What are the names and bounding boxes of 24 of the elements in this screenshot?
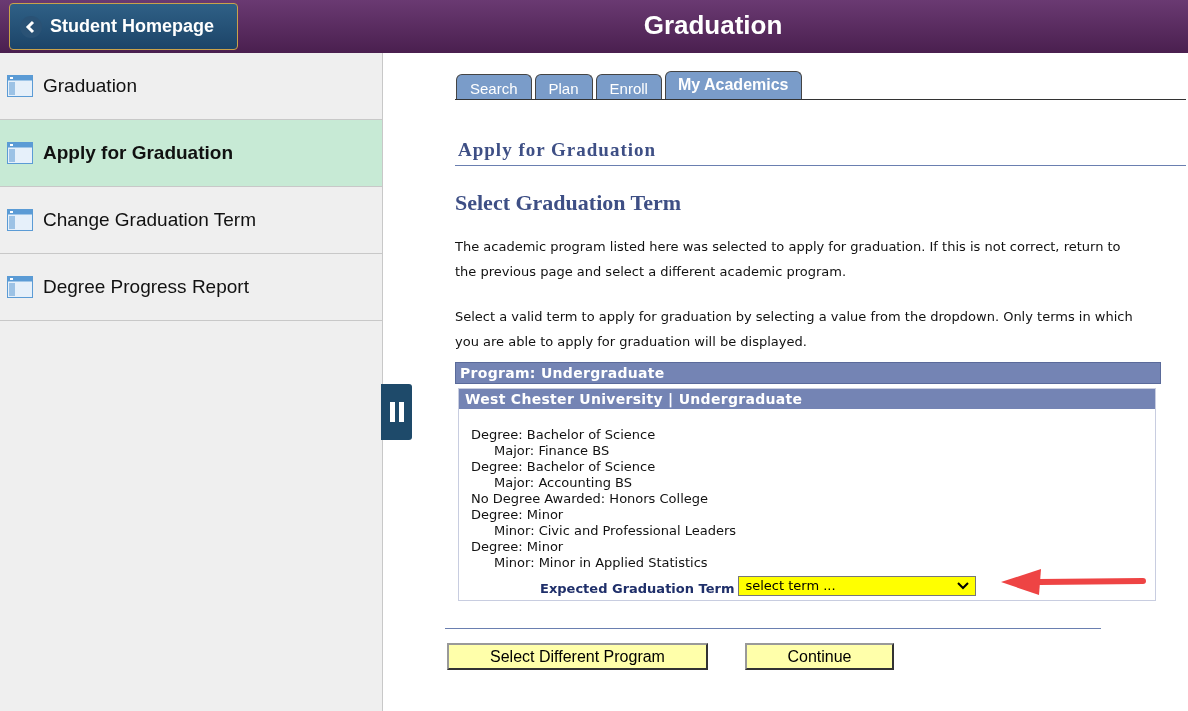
- action-button[interactable]: Select Different Program: [447, 643, 708, 670]
- program-detail-text: Major: Accounting BS: [493, 475, 634, 491]
- program-detail-text: Major: Finance BS: [493, 443, 611, 459]
- degree-text: Degree: Bachelor of Science: [471, 459, 657, 475]
- sidebar-item[interactable]: Degree Progress Report: [0, 254, 382, 321]
- field-label: Expected Graduation Term: [540, 581, 735, 596]
- program-header: Program: Undergraduate: [455, 362, 1161, 384]
- degree-text: Degree: Bachelor of Science: [471, 427, 657, 443]
- sidebar-item[interactable]: Apply for Graduation: [0, 120, 382, 187]
- degree-text: No Degree Awarded: Honors College: [471, 491, 710, 507]
- instruction-text: Select a valid term to apply for graduation by selecting a value from the dropdown. Only terms in which you are able to apply for graduation will be displayed.: [455, 308, 1134, 351]
- student-homepage-button[interactable]: Student Homepage: [9, 3, 238, 50]
- action-button[interactable]: Continue: [745, 643, 894, 670]
- degree-text: Degree: Minor: [471, 507, 565, 523]
- sidebar-item[interactable]: Change Graduation Term: [0, 187, 382, 254]
- instruction-text: The academic program listed here was selected to apply for graduation. If this is not correct, return to the previous page and select a different academic program.: [455, 238, 1122, 281]
- term-dropdown[interactable]: select term ...: [738, 575, 977, 596]
- program-detail-text: Minor: Civic and Professional Leaders: [493, 523, 738, 539]
- page-title: Apply for Graduation: [455, 139, 1186, 166]
- program-detail-text: Minor: Minor in Applied Statistics: [493, 555, 709, 571]
- section-title: Select Graduation Term: [455, 190, 683, 216]
- degree-text: Degree: Minor: [471, 539, 565, 555]
- institution-header: West Chester University | Undergraduate: [459, 389, 1155, 409]
- page-header-title: Graduation: [642, 10, 784, 41]
